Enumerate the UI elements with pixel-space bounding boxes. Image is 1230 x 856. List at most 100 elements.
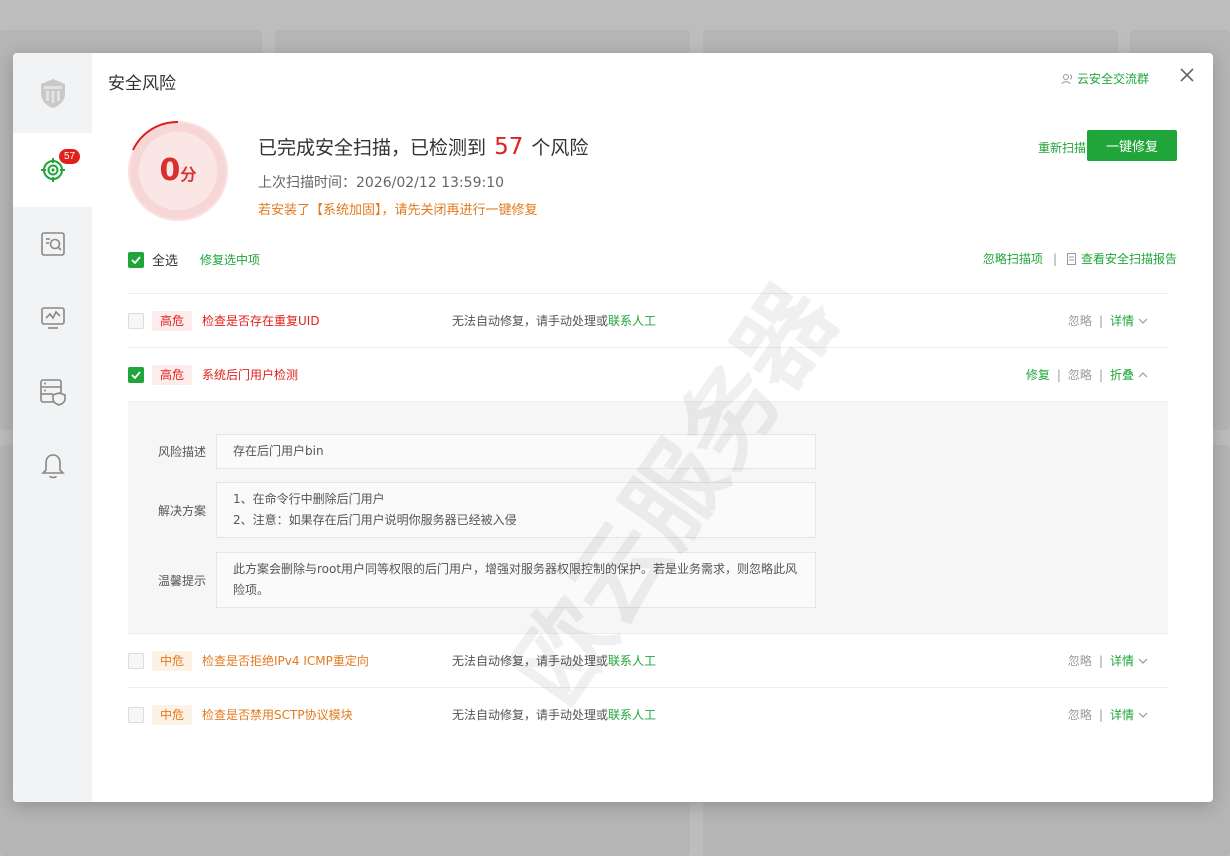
last-scan-label: 上次扫描时间： — [258, 175, 356, 191]
divider: | — [1098, 707, 1103, 722]
one-click-fix-button[interactable]: 一键修复 — [1087, 130, 1177, 161]
sidebar-item-monitor[interactable] — [13, 281, 92, 355]
risk-solution-value: 1、在命令行中删除后门用户 2、注意：如果存在后门用户说明你服务器已经被入侵 — [216, 482, 816, 538]
ignore-link[interactable]: 忽略 — [1068, 652, 1092, 669]
user-group-icon — [1061, 73, 1072, 84]
solution-step-2: 2、注意：如果存在后门用户说明你服务器已经被入侵 — [233, 513, 517, 527]
risk-row: 中危 检查是否禁用SCTP协议模块 无法自动修复，请手动处理或联系人工 忽略 |… — [128, 688, 1168, 725]
risk-description-label: 风险描述 — [158, 445, 207, 459]
risk-name: 检查是否拒绝IPv4 ICMP重定向 — [202, 654, 369, 668]
score-unit: 分 — [180, 165, 197, 184]
risk-row: 高危 检查是否存在重复UID 无法自动修复，请手动处理或联系人工 忽略 | 详情 — [128, 294, 1168, 348]
ignore-link[interactable]: 忽略 — [1068, 706, 1092, 723]
check-icon — [131, 255, 141, 264]
risk-tip-label: 温馨提示 — [158, 573, 207, 588]
hardening-warning: 若安装了【系统加固】，请先关闭再进行一键修复 — [258, 203, 538, 218]
select-all-checkbox[interactable] — [128, 251, 144, 268]
risk-count-badge: 57 — [59, 149, 81, 164]
ignore-items-link[interactable]: 忽略扫描项 — [983, 250, 1043, 267]
risk-level-badge: 中危 — [152, 704, 193, 725]
divider: | — [1098, 367, 1103, 382]
risk-level-badge: 高危 — [152, 310, 193, 331]
last-scan-time: 上次扫描时间：2026/02/12 13:59:10 — [258, 172, 504, 192]
contact-support-link[interactable]: 联系人工 — [608, 314, 656, 328]
chevron-down-icon[interactable] — [1138, 710, 1148, 720]
risk-checkbox[interactable] — [128, 652, 144, 669]
solution-step-1: 1、在命令行中删除后门用户 — [233, 492, 385, 506]
risk-tip-value: 此方案会删除与root用户同等权限的后门用户，增强对服务器权限控制的保护。若是业… — [216, 552, 816, 608]
security-group-label: 云安全交流群 — [1076, 72, 1149, 86]
select-all-label[interactable]: 全选 — [152, 250, 178, 269]
risk-tip: 温馨提示 此方案会删除与root用户同等权限的后门用户，增强对服务器权限控制的保… — [158, 552, 816, 608]
view-report-label: 查看安全扫描报告 — [1080, 252, 1177, 266]
no-auto-fix-text: 无法自动修复，请手动处理或 — [452, 654, 609, 668]
risk-name: 检查是否禁用SCTP协议模块 — [202, 708, 353, 722]
report-icon — [1066, 252, 1076, 265]
close-icon[interactable] — [1177, 65, 1197, 85]
risk-actions: 忽略 | 详情 — [1068, 652, 1148, 669]
risk-actions: 修复 | 忽略 | 折叠 — [1026, 366, 1148, 383]
risk-level-badge: 高危 — [152, 364, 193, 385]
rescan-link[interactable]: 重新扫描 — [1038, 139, 1086, 156]
view-report-link[interactable]: 查看安全扫描报告 — [1066, 250, 1177, 267]
file-search-icon — [40, 232, 65, 256]
fix-selected-link[interactable]: 修复选中项 — [200, 251, 260, 268]
risk-row: 高危 系统后门用户检测 修复 | 忽略 | 折叠 — [128, 348, 1168, 402]
ignore-link[interactable]: 忽略 — [1068, 312, 1092, 329]
check-icon — [131, 370, 141, 379]
no-auto-fix-text: 无法自动修复，请手动处理或 — [452, 314, 609, 328]
details-link[interactable]: 详情 — [1110, 652, 1134, 669]
security-score: 0分 — [128, 153, 228, 188]
divider: | — [1098, 653, 1103, 668]
risk-fix-info: 无法自动修复，请手动处理或联系人工 — [452, 312, 656, 329]
scan-tools: 忽略扫描项 | 查看安全扫描报告 — [983, 250, 1177, 267]
fix-link[interactable]: 修复 — [1026, 366, 1050, 383]
modal-sidebar: 57 — [13, 53, 92, 802]
last-scan-value: 2026/02/12 13:59:10 — [356, 175, 505, 191]
modal-title: 安全风险 — [108, 74, 176, 94]
details-link[interactable]: 详情 — [1110, 706, 1134, 723]
risk-actions: 忽略 | 详情 — [1068, 312, 1148, 329]
risk-name: 系统后门用户检测 — [202, 368, 299, 382]
no-auto-fix-text: 无法自动修复，请手动处理或 — [452, 708, 609, 722]
sidebar-item-alerts[interactable] — [13, 429, 92, 503]
divider: | — [1098, 313, 1103, 328]
risk-checkbox[interactable] — [128, 312, 144, 329]
sidebar-item-server-protect[interactable] — [13, 355, 92, 429]
risk-level-badge: 中危 — [152, 650, 193, 671]
security-group-link[interactable]: 云安全交流群 — [1061, 70, 1149, 87]
risk-solution: 解决方案 1、在命令行中删除后门用户 2、注意：如果存在后门用户说明你服务器已经… — [158, 482, 816, 538]
ignore-link[interactable]: 忽略 — [1068, 366, 1092, 383]
risk-fix-info: 无法自动修复，请手动处理或联系人工 — [452, 652, 656, 669]
risk-fix-info: 无法自动修复，请手动处理或联系人工 — [452, 706, 656, 723]
collapse-link[interactable]: 折叠 — [1110, 366, 1134, 383]
divider: | — [1056, 367, 1061, 382]
sidebar-logo — [13, 53, 92, 133]
sidebar-item-file-scan[interactable] — [13, 207, 92, 281]
security-score-ring: 0分 — [128, 120, 228, 221]
details-link[interactable]: 详情 — [1110, 312, 1134, 329]
select-all-bar: 全选 修复选中项 — [128, 250, 260, 269]
scan-title-suffix: 个风险 — [531, 137, 589, 159]
chevron-down-icon[interactable] — [1138, 656, 1148, 666]
risk-solution-label: 解决方案 — [158, 503, 207, 518]
contact-support-link[interactable]: 联系人工 — [608, 708, 656, 722]
bell-icon — [40, 454, 65, 479]
scan-result-title: 已完成安全扫描，已检测到 57 个风险 — [258, 133, 588, 160]
monitor-icon — [40, 307, 65, 329]
security-risk-modal: 57 安全风险 云安全交流群 0分 已完成安全扫描，已检测到 57 个风险 上次… — [13, 53, 1213, 802]
contact-support-link[interactable]: 联系人工 — [608, 654, 656, 668]
risk-checkbox[interactable] — [128, 366, 144, 383]
risk-name: 检查是否存在重复UID — [202, 314, 320, 328]
shield-logo-icon — [40, 79, 65, 108]
chevron-up-icon[interactable] — [1138, 370, 1148, 380]
risk-count: 57 — [494, 134, 524, 160]
sidebar-item-risk-scan[interactable]: 57 — [13, 133, 92, 207]
modal-main: 安全风险 云安全交流群 0分 已完成安全扫描，已检测到 57 个风险 上次扫描时… — [92, 53, 1213, 802]
score-value: 0 — [159, 153, 181, 188]
chevron-down-icon[interactable] — [1138, 316, 1148, 326]
risk-checkbox[interactable] — [128, 706, 144, 723]
scan-title-prefix: 已完成安全扫描，已检测到 — [258, 137, 487, 159]
divider: | — [1052, 251, 1057, 266]
risk-detail-panel: 风险描述 存在后门用户bin 解决方案 1、在命令行中删除后门用户 2、注意：如… — [128, 402, 1168, 634]
